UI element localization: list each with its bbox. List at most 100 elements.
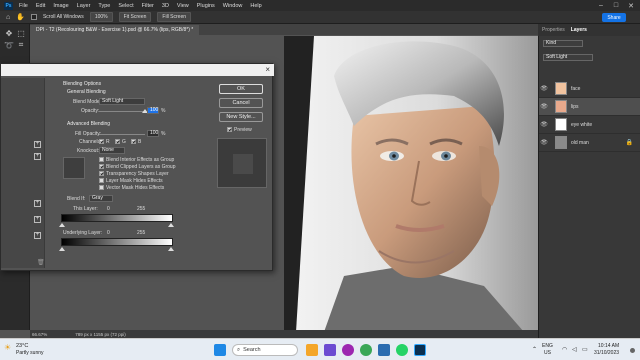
vector-mask-hides-label: Vector Mask Hides Effects (106, 185, 165, 191)
visibility-eye-icon[interactable]: 👁 (539, 139, 549, 146)
blend-clipped-checkbox[interactable] (99, 164, 104, 169)
app-icon[interactable] (342, 344, 354, 356)
windows-start-icon[interactable] (214, 344, 226, 356)
underlying-white-knob[interactable] (168, 247, 174, 251)
channel-r-checkbox[interactable] (99, 139, 104, 144)
clock-time[interactable]: 10:14 AM (598, 343, 619, 349)
layer-mask-hides-checkbox[interactable] (99, 178, 104, 183)
weather-sun-icon[interactable]: ☀ (4, 343, 11, 352)
clock-date[interactable]: 31/10/2023 (594, 350, 619, 356)
layer-blend-mode[interactable]: Soft Light (543, 54, 593, 61)
visibility-eye-icon[interactable]: 👁 (539, 103, 549, 110)
tray-chevron-icon[interactable]: ⌃ (532, 346, 537, 353)
knockout-select[interactable]: None (99, 147, 125, 154)
this-layer-gradient[interactable] (61, 214, 173, 222)
blend-interior-checkbox[interactable] (99, 157, 104, 162)
wifi-icon[interactable]: ◠ (562, 346, 567, 353)
file-explorer-icon[interactable] (306, 344, 318, 356)
menu-filter[interactable]: Filter (142, 3, 154, 9)
add-effect-icon[interactable]: + (34, 153, 41, 160)
teams-icon[interactable] (324, 344, 336, 356)
menu-type[interactable]: Type (98, 3, 110, 9)
zoom-100-button[interactable]: 100% (89, 12, 113, 22)
lasso-tool-icon[interactable]: ➰ (4, 40, 14, 50)
opacity-slider[interactable] (99, 111, 145, 112)
menu-3d[interactable]: 3D (162, 3, 169, 9)
tab-layers[interactable]: Layers (571, 27, 587, 33)
crop-tool-icon[interactable]: ⌗ (16, 40, 26, 50)
blend-mode-select[interactable]: Soft Light (99, 98, 145, 105)
chrome-icon[interactable] (360, 344, 372, 356)
underlying-black-knob[interactable] (59, 247, 65, 251)
menu-plugins[interactable]: Plugins (197, 3, 215, 9)
move-tool-icon[interactable]: ✥ (4, 28, 14, 38)
menu-help[interactable]: Help (250, 3, 261, 9)
this-layer-white-knob[interactable] (168, 223, 174, 227)
cancel-button[interactable]: Cancel (219, 98, 263, 108)
portrait-image (284, 36, 538, 332)
add-effect-icon[interactable]: + (34, 232, 41, 239)
underlying-gradient[interactable] (61, 238, 173, 246)
scroll-all-checkbox[interactable] (30, 14, 37, 20)
close-icon[interactable]: × (265, 65, 270, 74)
vector-mask-hides-checkbox[interactable] (99, 185, 104, 190)
visibility-eye-icon[interactable]: 👁 (539, 121, 549, 128)
battery-icon[interactable]: ▭ (582, 346, 588, 353)
style-preview-box (217, 138, 267, 188)
document-tab[interactable]: DPI - T2 (Recolouring B&W - Exercise 1).… (30, 25, 200, 35)
channel-g-checkbox[interactable] (115, 139, 120, 144)
notification-icon[interactable] (630, 348, 635, 353)
opacity-input[interactable]: 100 (147, 107, 159, 114)
fit-screen-button[interactable]: Fit Screen (118, 12, 152, 22)
canvas-photo-old-man[interactable] (284, 36, 538, 332)
minimize-icon[interactable]: – (594, 0, 608, 11)
layer-row[interactable]: 👁 face (539, 80, 640, 98)
layer-row-selected[interactable]: 👁 lips (539, 98, 640, 116)
tab-properties[interactable]: Properties (542, 27, 565, 33)
trash-icon[interactable]: 🗑 (37, 259, 45, 266)
add-effect-icon[interactable]: + (34, 200, 41, 207)
edge-icon[interactable] (378, 344, 390, 356)
maximize-icon[interactable]: □ (609, 0, 623, 11)
menu-window[interactable]: Window (223, 3, 243, 9)
blend-if-label: Blend If: (67, 196, 86, 202)
weather-temperature[interactable]: 23°C (16, 343, 28, 349)
menu-image[interactable]: Image (53, 3, 68, 9)
zoom-status[interactable]: 66.67% (32, 332, 47, 337)
whatsapp-icon[interactable] (396, 344, 408, 356)
taskbar-search[interactable]: ⌕ Search (232, 344, 298, 356)
visibility-eye-icon[interactable]: 👁 (539, 85, 549, 92)
home-icon[interactable]: ⌂ (6, 14, 10, 21)
menu-file[interactable]: File (19, 3, 28, 9)
layer-row[interactable]: 👁 eye white (539, 116, 640, 134)
add-effect-icon[interactable]: + (34, 141, 41, 148)
menu-edit[interactable]: Edit (36, 3, 45, 9)
layer-kind-filter[interactable]: Kind (543, 40, 583, 47)
fill-opacity-label: Fill Opacity: (75, 131, 102, 137)
weather-description[interactable]: Partly sunny (16, 350, 44, 356)
preview-checkbox[interactable] (227, 127, 232, 132)
dialog-titlebar[interactable]: × (1, 64, 274, 76)
speaker-icon[interactable]: ◁ (572, 346, 577, 353)
marquee-tool-icon[interactable]: ⬚ (16, 28, 26, 38)
new-style-button[interactable]: New Style... (219, 112, 263, 122)
fill-opacity-slider[interactable] (99, 134, 145, 135)
close-window-icon[interactable]: ✕ (624, 0, 638, 11)
this-layer-black-knob[interactable] (59, 223, 65, 227)
photoshop-taskbar-icon[interactable] (414, 344, 426, 356)
language-top[interactable]: ENG (542, 343, 553, 349)
share-button[interactable]: Share (602, 13, 626, 22)
fill-opacity-input[interactable]: 100 (147, 130, 159, 137)
document-dimensions: 789 px x 1155 px (72 ppi) (75, 331, 126, 337)
language-bottom[interactable]: US (544, 350, 551, 356)
transparency-shapes-checkbox[interactable] (99, 171, 104, 176)
ok-button[interactable]: OK (219, 84, 263, 94)
menu-view[interactable]: View (177, 3, 189, 9)
menu-select[interactable]: Select (118, 3, 133, 9)
channel-b-checkbox[interactable] (131, 139, 136, 144)
layer-row[interactable]: 👁 old man 🔒 (539, 134, 640, 152)
fill-screen-button[interactable]: Fill Screen (157, 12, 192, 22)
menu-layer[interactable]: Layer (77, 3, 91, 9)
blend-if-select[interactable]: Gray (89, 195, 113, 202)
add-effect-icon[interactable]: + (34, 216, 41, 223)
